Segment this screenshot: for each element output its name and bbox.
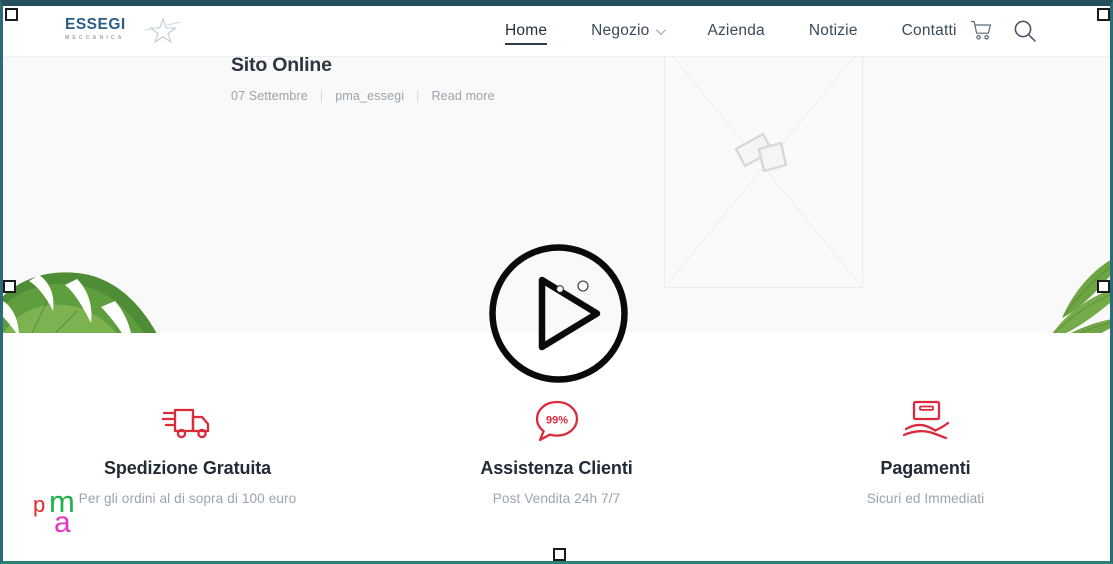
pma-watermark-logo: p m a <box>33 486 99 546</box>
pma-letter-p: p <box>33 492 46 517</box>
blog-post-thumbnail[interactable] <box>664 56 863 288</box>
photo-placeholder-icon <box>734 132 788 173</box>
star-swoosh-icon <box>144 17 182 44</box>
feature-icon: 99% <box>372 398 741 444</box>
main-navigation: Home Negozio Azienda Notizie Contatti <box>483 6 979 56</box>
pma-letter-a: a <box>54 506 71 539</box>
blog-post-title[interactable]: Sito Online <box>231 56 495 76</box>
feature-icon <box>3 398 372 444</box>
feature-title: Pagamenti <box>880 458 971 478</box>
brand-logo[interactable]: ESSEGI MECCANICA <box>65 17 182 47</box>
shopping-cart-icon[interactable] <box>970 19 994 43</box>
nav-item-notizie[interactable]: Notizie <box>787 6 880 56</box>
monstera-leaf-icon <box>3 272 157 333</box>
feature-title: Assistenza Clienti <box>480 458 633 478</box>
nav-item-azienda[interactable]: Azienda <box>685 6 786 56</box>
nav-item-negozio[interactable]: Negozio <box>569 6 685 56</box>
blog-post-meta: 07 Settembre | pma_essegi | Read more <box>231 89 495 103</box>
site-header: ESSEGI MECCANICA Home Negozio Azienda No… <box>3 6 1110 56</box>
selection-handle-top-left[interactable] <box>5 8 18 21</box>
chevron-down-icon <box>656 24 667 35</box>
selection-handle-top-right[interactable] <box>1097 8 1110 21</box>
feature-title: Spedizione Gratuita <box>103 458 272 478</box>
nav-label: Notizie <box>808 22 858 39</box>
features-section: Spedizione Gratuita Per gli ordini al di… <box>3 336 1110 561</box>
palm-frond-icon <box>1052 260 1110 333</box>
post-author[interactable]: pma_essegi <box>335 89 404 103</box>
feature-pagamenti: Pagamenti Sicuri ed Immediati <box>741 398 1110 506</box>
feature-subtitle: Sicuri ed Immediati <box>866 491 985 506</box>
page-canvas: ESSEGI MECCANICA Home Negozio Azienda No… <box>3 6 1110 561</box>
nav-label: Contatti <box>901 22 957 39</box>
feature-assistenza-clienti: 99% Assistenza Clienti Post Vendita 24h … <box>372 398 741 506</box>
nav-item-contatti[interactable]: Contatti <box>880 6 979 56</box>
feature-badge: 99% <box>545 415 567 427</box>
selection-handle-middle-right[interactable] <box>1097 280 1110 293</box>
nav-label: Home <box>505 22 548 39</box>
hand-holding-card-icon <box>902 400 949 440</box>
blog-post-summary: Sito Online 07 Settembre | pma_essegi | … <box>231 56 495 103</box>
nav-item-home[interactable]: Home <box>483 6 569 56</box>
read-more-link[interactable]: Read more <box>431 89 494 103</box>
blog-teaser-section: Sito Online 07 Settembre | pma_essegi | … <box>3 56 1110 333</box>
selection-handle-middle-left[interactable] <box>3 280 16 293</box>
search-icon[interactable] <box>1012 18 1038 44</box>
feature-icon <box>741 398 1110 444</box>
header-actions <box>970 6 1038 56</box>
nav-label: Azienda <box>707 22 765 39</box>
feature-subtitle: Post Vendita 24h 7/7 <box>492 491 621 506</box>
delivery-truck-icon <box>161 408 209 439</box>
selection-handle-bottom-center[interactable] <box>553 548 566 561</box>
meta-separator: | <box>416 88 420 103</box>
post-date: 07 Settembre <box>231 88 308 103</box>
meta-separator: | <box>319 88 324 103</box>
browser-viewport-frame: ESSEGI MECCANICA Home Negozio Azienda No… <box>0 0 1113 564</box>
speech-bubble-99-percent-icon: 99% <box>535 400 578 442</box>
nav-label: Negozio <box>591 22 650 39</box>
